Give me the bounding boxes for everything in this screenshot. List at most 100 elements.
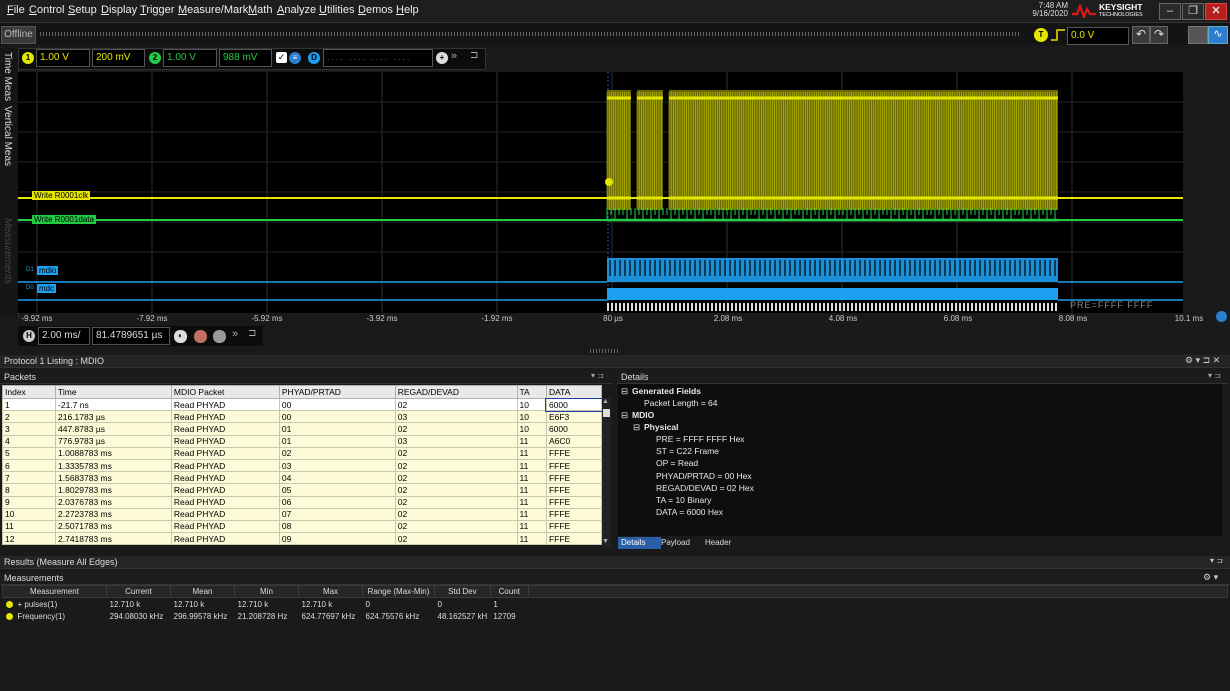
close-button[interactable]: ✕: [1205, 3, 1227, 20]
packets-pin-icon[interactable]: ▾ ⊐: [591, 371, 604, 380]
meas-col-header[interactable]: Count: [489, 585, 529, 598]
menu-math[interactable]: Math: [248, 4, 272, 16]
generated-fields-node[interactable]: Generated Fields: [632, 386, 701, 396]
menu-demos[interactable]: Demos: [358, 4, 393, 16]
menu-display[interactable]: Display: [101, 4, 137, 16]
x-tick-label: 80 µs: [603, 314, 623, 323]
menu-help[interactable]: Help: [396, 4, 419, 16]
undo-icon[interactable]: ↶: [1132, 26, 1150, 44]
packets-title: Packets: [0, 371, 612, 384]
packets-col-header[interactable]: Time: [55, 385, 172, 399]
channel-2-scale[interactable]: 1.00 V: [163, 49, 217, 67]
channel-2-offset[interactable]: 988 mV: [219, 49, 272, 67]
channel-2-chip[interactable]: 2: [149, 52, 161, 64]
meas-col-header[interactable]: Min: [234, 585, 299, 598]
redo-icon[interactable]: ↷: [1150, 26, 1168, 44]
table-row[interactable]: 5 1.0088783 ms Read PHYAD 02 02 11 FFFE: [1, 446, 603, 460]
collapse-mdio-icon[interactable]: ⊟: [621, 410, 628, 421]
pin-icon[interactable]: ⊐: [470, 50, 478, 61]
table-row[interactable]: 12 2.7418783 ms Read PHYAD 09 02 11 FFFE: [1, 532, 603, 546]
table-row[interactable]: 10 2.2723783 ms Read PHYAD 07 02 11 FFFE: [1, 507, 603, 521]
results-pin-icon[interactable]: ▾ ⊐: [1210, 556, 1223, 565]
packets-scrollbar[interactable]: ▲ ▼: [602, 398, 611, 548]
digital-bus-icon[interactable]: ≡: [289, 52, 301, 64]
horizontal-chip[interactable]: H: [23, 330, 35, 342]
menu-measure-mark[interactable]: Measure/Mark: [178, 4, 248, 16]
packets-col-header[interactable]: Index: [1, 385, 57, 399]
tab-payload[interactable]: Payload: [661, 537, 690, 549]
scroll-up-icon[interactable]: ▲: [602, 398, 609, 405]
menu-utilities[interactable]: Utilities: [319, 4, 354, 16]
measurement-row[interactable]: Frequency(1) 294.08030 kHz 296.99578 kHz 21…: [3, 610, 1228, 622]
restore-button[interactable]: ❐: [1182, 3, 1204, 20]
trigger-edge-icon[interactable]: [1050, 28, 1066, 42]
table-row[interactable]: 3 447.8783 µs Read PHYAD 01 02 10 6000: [1, 422, 603, 436]
collapse-generated-icon[interactable]: ⊟: [621, 386, 628, 397]
packets-col-header[interactable]: MDIO Packet: [170, 385, 280, 399]
waveform-icon[interactable]: ∿: [1208, 26, 1228, 44]
channel-1-chip[interactable]: 1: [22, 52, 34, 64]
measurements-settings-icon[interactable]: ⚙ ▾: [1203, 572, 1218, 583]
meas-col-header[interactable]: Current: [106, 585, 171, 598]
packets-col-header[interactable]: TA: [516, 385, 547, 399]
tab-measurements[interactable]: Measurements: [2, 218, 13, 284]
trigger-level-field[interactable]: 0.0 V: [1067, 27, 1129, 45]
zoom-out-icon[interactable]: [194, 330, 207, 343]
pin-horizontal-icon[interactable]: ⊐: [248, 328, 256, 339]
meas-col-header[interactable]: Range (Max-Min): [362, 585, 435, 598]
waveform-display[interactable]: ⋮ Write R0001clk Write R0001data D1 mdio…: [18, 72, 1199, 313]
digital-pattern-field[interactable]: . . . . . . . . . . . . . . . .: [323, 49, 433, 67]
zoom-icon[interactable]: [1216, 311, 1227, 322]
collapse-physical-icon[interactable]: ⊟: [633, 422, 640, 433]
table-row[interactable]: 9 2.0376783 ms Read PHYAD 06 02 11 FFFE: [1, 495, 603, 509]
tab-header[interactable]: Header: [705, 537, 731, 549]
table-row[interactable]: 7 1.5683783 ms Read PHYAD 04 02 11 FFFE: [1, 471, 603, 485]
tab-vertical-meas[interactable]: Vertical Meas: [2, 106, 13, 166]
splitter[interactable]: [590, 349, 620, 353]
meas-col-header[interactable]: Measurement: [2, 585, 107, 598]
channel-1-dot-icon: [5, 600, 13, 608]
fit-icon[interactable]: ◐: [174, 330, 187, 343]
expand-icon[interactable]: »: [451, 50, 457, 62]
menu-control[interactable]: Control: [29, 4, 64, 16]
add-channel-icon[interactable]: +: [436, 52, 448, 64]
scroll-thumb[interactable]: [603, 409, 610, 417]
waveform-canvas[interactable]: ⋮: [18, 72, 1199, 313]
menu-trigger[interactable]: Trigger: [140, 4, 174, 16]
table-row[interactable]: 4 776.9783 µs Read PHYAD 01 03 11 A6C0: [1, 434, 603, 448]
menu-file[interactable]: File: [7, 4, 25, 16]
details-pin-icon[interactable]: ▾ ⊐: [1208, 371, 1221, 380]
table-row[interactable]: 11 2.5071783 ms Read PHYAD 08 02 11 FFFE: [1, 519, 603, 534]
minimize-button[interactable]: –: [1159, 3, 1181, 20]
listing-settings-icon[interactable]: ⚙ ▾ ⊐ ✕: [1185, 355, 1220, 366]
tab-time-meas[interactable]: Time Meas: [2, 52, 13, 101]
physical-node[interactable]: Physical: [644, 422, 679, 432]
packets-col-header[interactable]: DATA: [545, 385, 603, 399]
measurement-row[interactable]: + pulses(1) 12.710 k 12.710 k 12.710 k 12.71…: [3, 598, 1228, 611]
menu-analyze[interactable]: Analyze: [277, 4, 316, 16]
scroll-down-icon[interactable]: ▼: [602, 538, 609, 545]
meas-col-header[interactable]: Std Dev: [434, 585, 491, 598]
table-row[interactable]: 8 1.8029783 ms Read PHYAD 05 02 11 FFFE: [1, 483, 603, 497]
digital-enable-checkbox[interactable]: ✓: [276, 52, 287, 63]
digital-chip[interactable]: D: [308, 52, 320, 64]
table-cell: 05: [278, 483, 396, 497]
zoom-in-icon[interactable]: [213, 330, 226, 343]
channel-1-scale[interactable]: 1.00 V: [36, 49, 90, 67]
meas-col-header[interactable]: Mean: [170, 585, 235, 598]
position-field[interactable]: 81.4789651 µs: [92, 327, 170, 345]
mdio-node[interactable]: MDIO: [632, 410, 654, 420]
trigger-chip[interactable]: T: [1034, 28, 1048, 42]
table-row[interactable]: 1 -21.7 ns Read PHYAD 00 02 10 6000: [1, 397, 603, 412]
tab-details[interactable]: Details: [618, 537, 661, 549]
menu-setup[interactable]: Setup: [68, 4, 97, 16]
layout-icon[interactable]: [1188, 26, 1208, 44]
timebase-field[interactable]: 2.00 ms/: [38, 327, 90, 345]
packets-col-header[interactable]: PHYAD/PRTAD: [278, 385, 396, 399]
meas-col-header[interactable]: Max: [298, 585, 363, 598]
packets-col-header[interactable]: REGAD/DEVAD: [394, 385, 518, 399]
table-row[interactable]: 6 1.3335783 ms Read PHYAD 03 02 11 FFFE: [1, 458, 603, 473]
table-row[interactable]: 2 216.1783 µs Read PHYAD 00 03 10 E6F3: [1, 410, 603, 424]
channel-1-offset[interactable]: 200 mV: [92, 49, 145, 67]
expand-horizontal-icon[interactable]: »: [232, 328, 238, 340]
